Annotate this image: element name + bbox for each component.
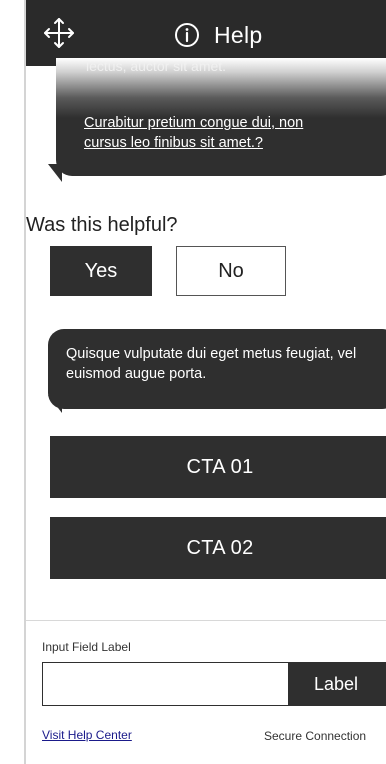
move-arrows-icon[interactable]: [42, 16, 76, 50]
help-title-group: Help: [174, 20, 263, 50]
message-input[interactable]: [42, 662, 289, 706]
cta-01-button[interactable]: CTA 01: [50, 436, 386, 498]
submit-label-button[interactable]: Label: [288, 662, 386, 706]
panel-header: Help: [26, 0, 386, 66]
bubble-message-text: Quisque vulputate dui eget metus feugiat…: [66, 346, 357, 382]
input-field-label: Input Field Label: [42, 640, 131, 654]
section-divider: [26, 620, 386, 621]
header-title: Help: [214, 21, 263, 48]
visit-help-center-link[interactable]: Visit Help Center: [42, 728, 132, 742]
no-button[interactable]: No: [176, 246, 286, 296]
help-panel: Help lectus, auctor sit amet. Curabitur …: [26, 0, 386, 764]
bubble-tail: [48, 164, 62, 182]
yes-button[interactable]: Yes: [50, 246, 152, 296]
bubble-tail: [48, 395, 62, 413]
bubble-cut-text: lectus, auctor sit amet.: [86, 58, 227, 74]
bubble-question-link[interactable]: Curabitur pretium congue dui, non cursus…: [84, 113, 344, 153]
feedback-question: Was this helpful?: [26, 214, 178, 236]
secure-connection-text: Secure Connection: [264, 729, 367, 743]
info-circle-icon: [174, 22, 200, 48]
cta-02-button[interactable]: CTA 02: [50, 517, 386, 579]
